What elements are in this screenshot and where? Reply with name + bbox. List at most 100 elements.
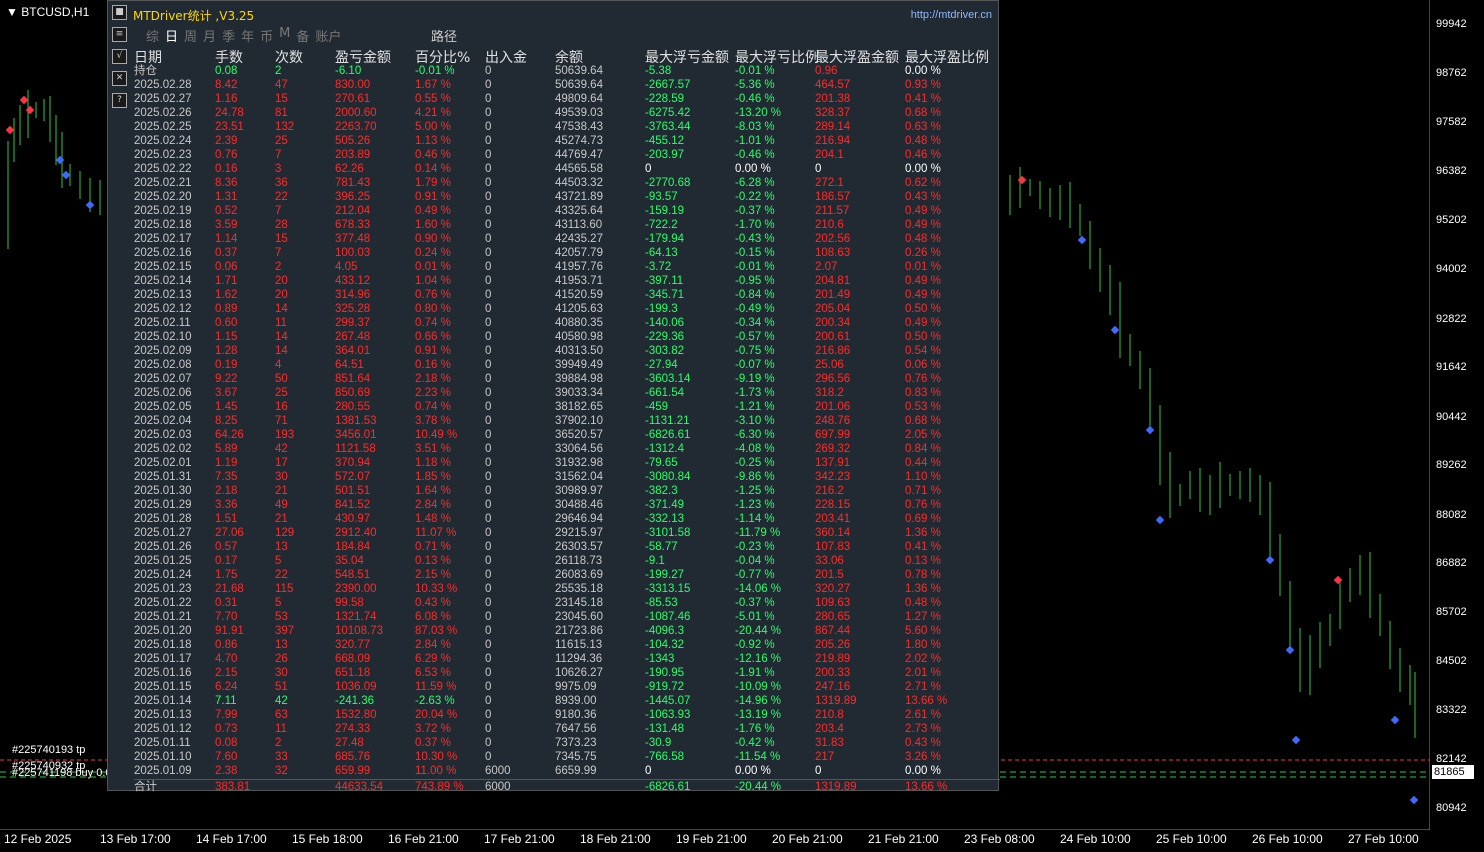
table-cell: 0	[485, 93, 492, 105]
table-cell: 200.34	[815, 317, 851, 329]
table-cell: 11.59 %	[415, 681, 457, 693]
table-cell: 0.96	[815, 65, 838, 77]
table-cell: 32	[275, 765, 288, 777]
tab-9[interactable]: 账户	[315, 26, 341, 45]
table-cell: 0	[485, 219, 492, 231]
time-tick-label: 14 Feb 17:00	[196, 832, 267, 846]
table-cell: 267.48	[335, 331, 371, 343]
table-cell: 6.29 %	[415, 653, 451, 665]
table-cell: 1.48 %	[415, 513, 451, 525]
tab-6[interactable]: 币	[260, 26, 273, 45]
table-cell: 5	[275, 597, 282, 609]
table-cell: 33.06	[815, 555, 844, 567]
table-cell: -0.25 %	[735, 457, 775, 469]
table-cell: 781.43	[335, 177, 371, 189]
table-cell: 0	[485, 499, 492, 511]
minimize-button[interactable]: ■	[112, 5, 127, 20]
table-cell: -1.73 %	[735, 387, 775, 399]
website-link[interactable]: http://mtdriver.cn	[911, 9, 992, 21]
table-cell: 433.12	[335, 275, 371, 287]
table-cell: 248.76	[815, 415, 851, 427]
tab-5[interactable]: 年	[241, 26, 254, 45]
table-cell: 299.37	[335, 317, 371, 329]
table-cell: 0.13 %	[415, 555, 451, 567]
total-divider	[134, 779, 1000, 780]
symbol-label: ▼ BTCUSD,H1	[6, 5, 89, 19]
table-cell: 7	[275, 205, 282, 217]
table-cell: 29646.94	[555, 513, 603, 525]
table-cell: 26	[275, 653, 288, 665]
table-cell: 1036.09	[335, 681, 377, 693]
order-label[interactable]: #225740193 tp	[12, 744, 85, 756]
table-cell: 2025.01.14	[134, 695, 192, 707]
tab-7[interactable]: M	[279, 26, 290, 45]
table-cell: -1063.93	[645, 709, 691, 721]
table-cell: 2025.02.04	[134, 415, 192, 427]
table-cell: 325.28	[335, 303, 371, 315]
table-cell: 0	[485, 415, 492, 427]
table-cell: 0.48 %	[905, 233, 941, 245]
table-cell: 0.00 %	[905, 65, 941, 77]
table-cell: 41205.63	[555, 303, 603, 315]
price-scale[interactable]: 99942 98762 97582 96382 95202 94002 92822 91642…	[1430, 0, 1484, 830]
table-cell: -6826.61	[645, 429, 691, 441]
tab-0[interactable]: 综	[146, 26, 159, 45]
table-cell: 342.23	[815, 471, 851, 483]
table-cell: 49539.03	[555, 107, 603, 119]
table-cell: 2025.01.10	[134, 751, 192, 763]
time-tick-label: 21 Feb 21:00	[868, 832, 939, 846]
table-cell: 0.48 %	[905, 135, 941, 147]
table-cell: 2025.02.27	[134, 93, 192, 105]
table-cell: 6000	[485, 781, 511, 793]
table-cell: -1343	[645, 653, 675, 665]
time-scale[interactable]: 12 Feb 2025 13 Feb 17:00 14 Feb 17:00 15 Fe…	[0, 830, 1430, 852]
tab-3[interactable]: 月	[203, 26, 216, 45]
table-cell: -345.71	[645, 289, 685, 301]
table-cell: 320.27	[815, 583, 851, 595]
table-cell: 30	[275, 667, 288, 679]
table-cell: 10.33 %	[415, 583, 458, 595]
menu-button[interactable]: ≡	[112, 27, 127, 42]
table-cell: 2390.00	[335, 583, 377, 595]
table-cell: 210.8	[815, 709, 844, 721]
table-cell: 11294.36	[555, 653, 603, 665]
table-cell: 0	[485, 457, 492, 469]
table-cell: 45274.73	[555, 135, 603, 147]
table-cell: 0.91 %	[415, 191, 451, 203]
table-cell: 216.86	[815, 345, 851, 357]
table-cell: -0.49 %	[735, 303, 775, 315]
table-cell: -104.32	[645, 639, 685, 651]
table-cell: 8.25	[215, 415, 238, 427]
table-cell: 0.49 %	[905, 219, 941, 231]
confirm-button[interactable]: √	[112, 49, 127, 64]
table-cell: 2.01 %	[905, 667, 941, 679]
tab-2[interactable]: 周	[184, 26, 197, 45]
table-cell: 107.83	[815, 541, 851, 553]
table-cell: 0	[815, 765, 822, 777]
trade-marker	[1155, 515, 1165, 525]
table-cell: 13	[275, 639, 288, 651]
table-cell: 0	[485, 681, 492, 693]
table-cell: 2.84 %	[415, 499, 451, 511]
table-cell: 1.64 %	[415, 485, 451, 497]
table-cell: 36520.57	[555, 429, 603, 441]
table-cell: 0	[485, 569, 492, 581]
price-tick-label: 89262	[1436, 459, 1467, 471]
order-label[interactable]: #225741198 buy 0.0	[12, 767, 112, 779]
time-tick-label: 25 Feb 10:00	[1156, 832, 1227, 846]
table-cell: -3.10 %	[735, 415, 775, 427]
table-cell: 0.24 %	[415, 247, 451, 259]
path-button[interactable]: 路径	[431, 26, 457, 45]
table-cell: 280.65	[815, 611, 851, 623]
dropdown-triangle-icon[interactable]: ▼	[6, 5, 18, 19]
table-cell: 0	[485, 751, 492, 763]
table-cell: 0	[485, 233, 492, 245]
tab-1[interactable]: 日	[165, 26, 178, 45]
table-cell: 3.51 %	[415, 443, 451, 455]
table-cell: 0	[645, 765, 652, 777]
help-button[interactable]: ?	[112, 93, 127, 108]
close-button[interactable]: ✕	[112, 71, 127, 86]
tab-4[interactable]: 季	[222, 26, 235, 45]
tab-8[interactable]: 备	[296, 26, 309, 45]
table-cell: 200.33	[815, 667, 851, 679]
